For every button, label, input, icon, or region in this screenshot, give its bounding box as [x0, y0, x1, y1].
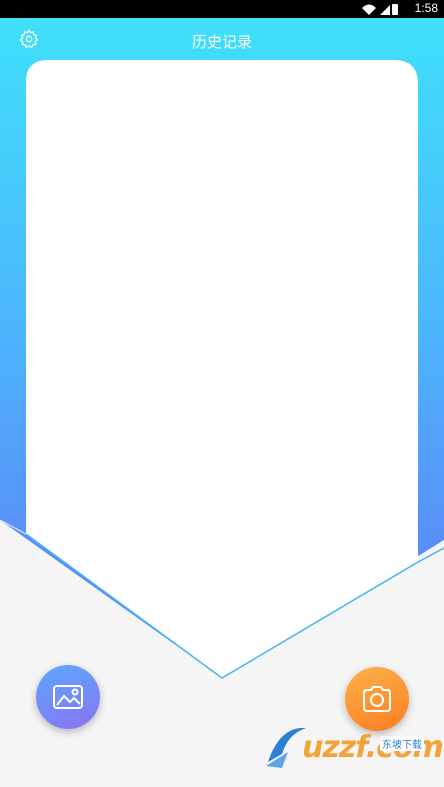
gallery-button[interactable]: [36, 665, 100, 729]
camera-icon: [363, 686, 391, 712]
watermark: uzzf.com 东坡下载: [262, 722, 444, 772]
watermark-subtitle: 东坡下载: [380, 736, 424, 751]
image-icon: [53, 685, 83, 709]
